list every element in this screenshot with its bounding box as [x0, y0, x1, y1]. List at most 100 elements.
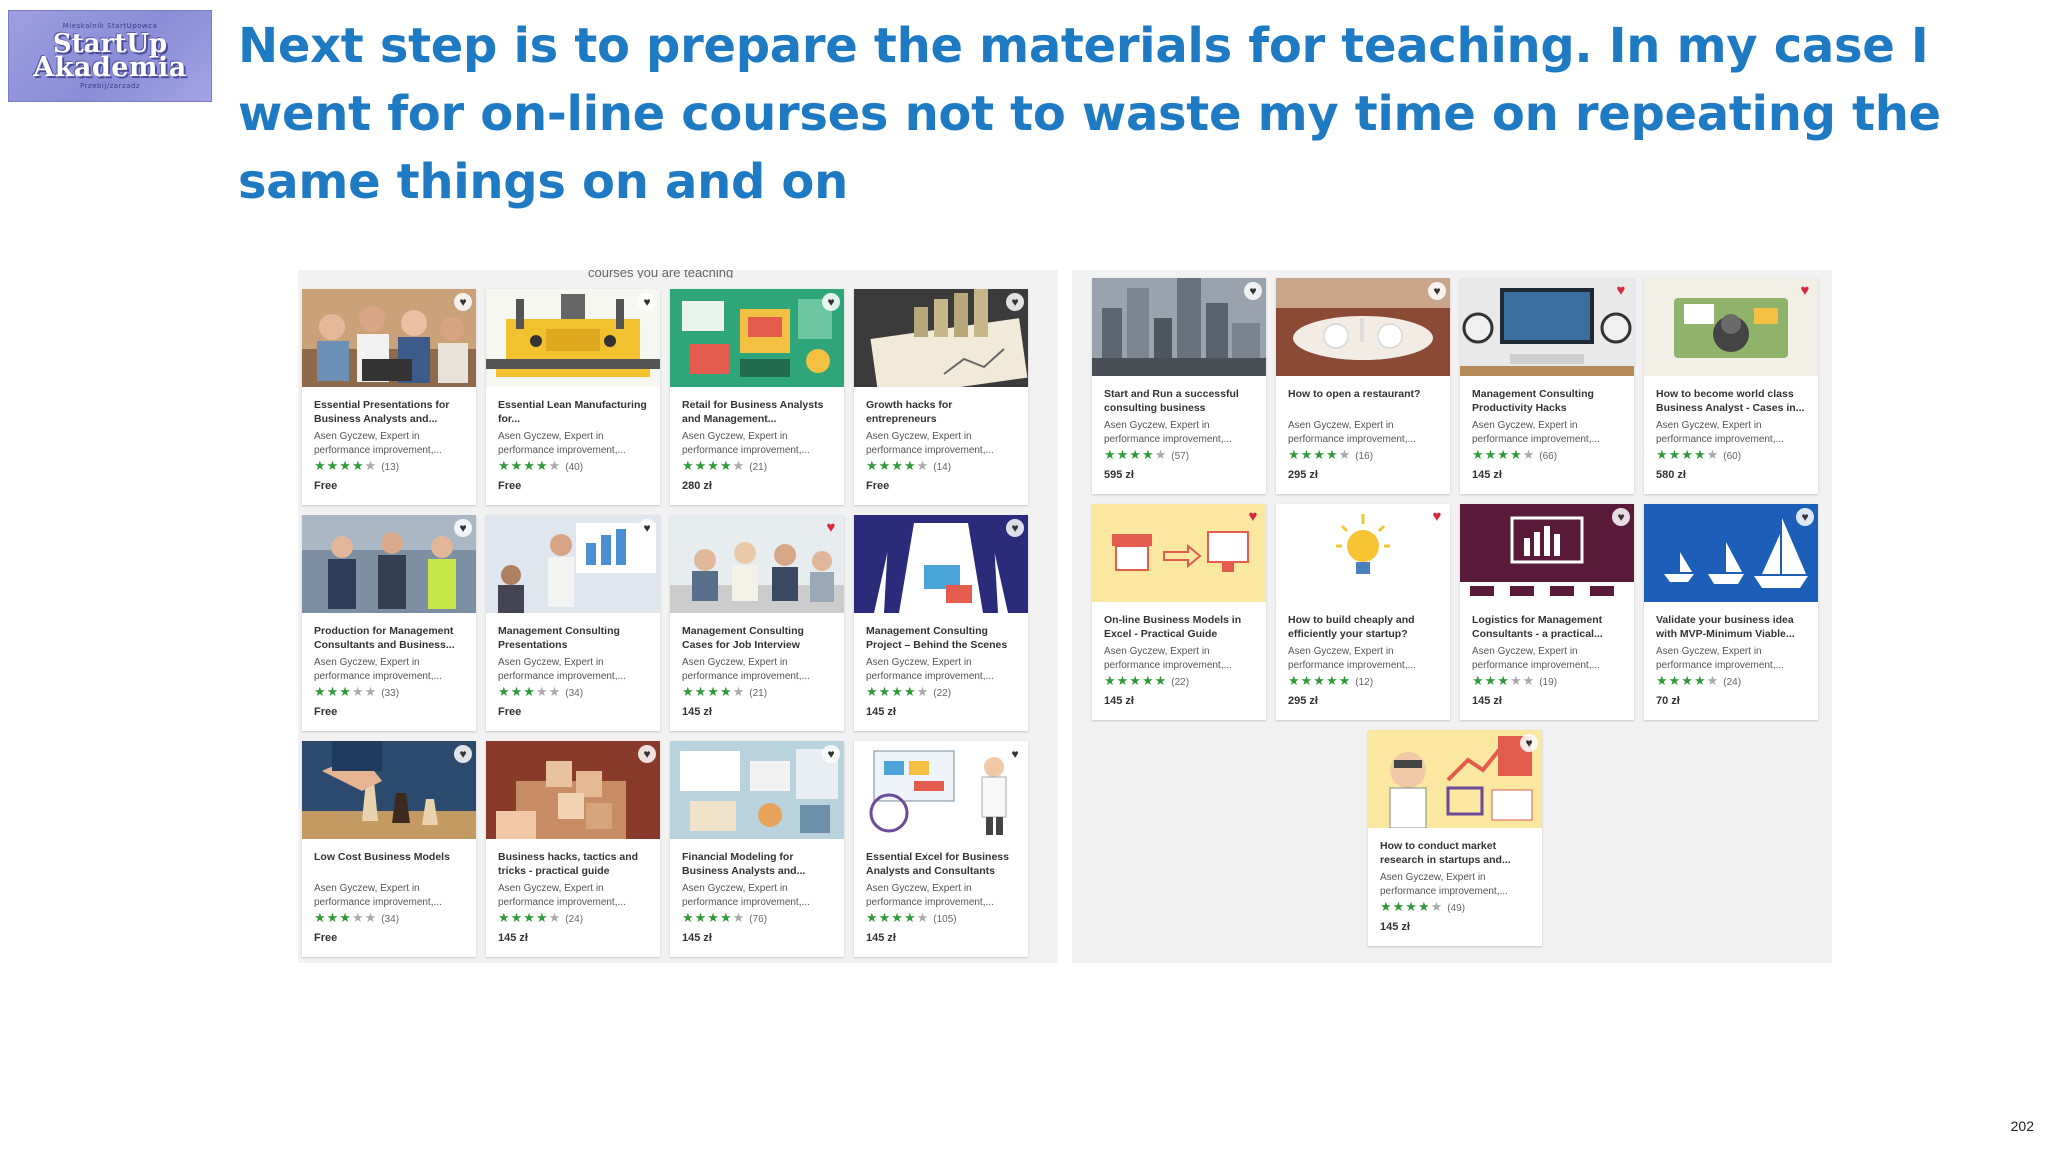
course-card[interactable]: ♥ Essential Lean Manufacturing for... Asen…: [486, 289, 660, 505]
course-thumbnail[interactable]: ♥: [486, 741, 660, 839]
wishlist-heart-icon[interactable]: ♥: [1006, 519, 1024, 537]
course-card[interactable]: ♥ Production for Management Consultants a…: [302, 515, 476, 731]
course-title[interactable]: On-line Business Models in Excel - Pract…: [1104, 613, 1254, 641]
course-card[interactable]: ♥ How to build cheaply and efficiently yo…: [1276, 504, 1450, 720]
course-thumbnail[interactable]: ♥: [1276, 278, 1450, 376]
course-author: Asen Gyczew, Expert in: [1288, 646, 1394, 657]
course-thumbnail[interactable]: ♥: [1092, 504, 1266, 602]
course-card[interactable]: ♥ Essential Presentations for Business An…: [302, 289, 476, 505]
course-title[interactable]: Low Cost Business Models: [314, 850, 464, 878]
course-thumbnail[interactable]: ♥: [670, 289, 844, 387]
wishlist-heart-icon[interactable]: ♥: [1428, 508, 1446, 526]
course-grid-right: ♥ Start and Run a successful consulting b…: [1092, 278, 1818, 946]
course-title[interactable]: Essential Presentations for Business Ana…: [314, 398, 464, 426]
wishlist-heart-icon[interactable]: ♥: [1244, 508, 1262, 526]
course-card[interactable]: ♥ Essential Excel for Business Analysts a…: [854, 741, 1028, 957]
course-title[interactable]: Start and Run a successful consulting bu…: [1104, 387, 1254, 415]
course-card[interactable]: ♥ Start and Run a successful consulting b…: [1092, 278, 1266, 494]
course-card[interactable]: ♥ Business hacks, tactics and tricks - pr…: [486, 741, 660, 957]
wishlist-heart-icon[interactable]: ♥: [1006, 293, 1024, 311]
wishlist-heart-icon[interactable]: ♥: [1796, 508, 1814, 526]
course-title[interactable]: How to conduct market research in startu…: [1380, 839, 1530, 867]
course-card[interactable]: ♥ Management Consulting Cases for Job Int…: [670, 515, 844, 731]
course-title[interactable]: Management Consulting Cases for Job Inte…: [682, 624, 832, 652]
course-card[interactable]: ♥ Financial Modeling for Business Analyst…: [670, 741, 844, 957]
wishlist-heart-icon[interactable]: ♥: [454, 745, 472, 763]
page-number: 202: [2010, 1118, 2034, 1134]
rating-count: (33): [381, 688, 400, 699]
wishlist-heart-icon[interactable]: ♥: [638, 293, 656, 311]
course-author: Asen Gyczew, Expert in: [498, 431, 604, 442]
course-author-subtitle: performance improvement,...: [314, 897, 442, 908]
course-card[interactable]: ♥ On-line Business Models in Excel - Prac…: [1092, 504, 1266, 720]
wishlist-heart-icon[interactable]: ♥: [638, 519, 656, 537]
course-title[interactable]: Retail for Business Analysts and Managem…: [682, 398, 832, 426]
wishlist-heart-icon[interactable]: ♥: [638, 745, 656, 763]
course-thumbnail[interactable]: ♥: [1092, 278, 1266, 376]
course-thumbnail[interactable]: ♥: [670, 515, 844, 613]
course-card[interactable]: ♥ Management Consulting Productivity Hack…: [1460, 278, 1634, 494]
rating-count: (34): [565, 688, 584, 699]
course-card[interactable]: ♥ Management Consulting Presentations Asen…: [486, 515, 660, 731]
course-author-subtitle: performance improvement,...: [1472, 660, 1600, 671]
course-title[interactable]: Essential Lean Manufacturing for...: [498, 398, 648, 426]
course-thumbnail[interactable]: ♥: [1460, 278, 1634, 376]
course-thumbnail[interactable]: ♥: [1644, 278, 1818, 376]
course-title[interactable]: Essential Excel for Business Analysts an…: [866, 850, 1016, 878]
wishlist-heart-icon[interactable]: ♥: [1428, 282, 1446, 300]
wishlist-heart-icon[interactable]: ♥: [1006, 745, 1024, 763]
course-thumbnail[interactable]: ♥: [302, 515, 476, 613]
course-card[interactable]: ♥ Validate your business idea with MVP-Mi…: [1644, 504, 1818, 720]
course-thumbnail[interactable]: ♥: [302, 741, 476, 839]
course-title[interactable]: Production for Management Consultants an…: [314, 624, 464, 652]
course-title[interactable]: How to become world class Business Analy…: [1656, 387, 1806, 415]
wishlist-heart-icon[interactable]: ♥: [1520, 734, 1538, 752]
course-thumbnail[interactable]: ♥: [1460, 504, 1634, 602]
course-title[interactable]: Business hacks, tactics and tricks - pra…: [498, 850, 648, 878]
course-price: 145 zł: [1472, 695, 1502, 707]
wishlist-heart-icon[interactable]: ♥: [1796, 282, 1814, 300]
wishlist-heart-icon[interactable]: ♥: [454, 519, 472, 537]
course-author-subtitle: performance improvement,...: [1104, 434, 1232, 445]
course-title[interactable]: Growth hacks for entrepreneurs: [866, 398, 1016, 426]
course-card[interactable]: ♥ How to open a restaurant? Asen Gyczew, E…: [1276, 278, 1450, 494]
course-rating: ★★★★★ (21): [682, 458, 832, 474]
course-card[interactable]: ♥ Management Consulting Project – Behind …: [854, 515, 1028, 731]
course-title[interactable]: How to build cheaply and efficiently you…: [1288, 613, 1438, 641]
course-price: 580 zł: [1656, 469, 1686, 481]
course-thumbnail[interactable]: ♥: [486, 515, 660, 613]
course-thumbnail[interactable]: ♥: [670, 741, 844, 839]
course-thumbnail[interactable]: ♥: [302, 289, 476, 387]
course-thumbnail[interactable]: ♥: [1368, 730, 1542, 828]
course-thumbnail[interactable]: ♥: [854, 515, 1028, 613]
course-thumbnail-image: [486, 741, 660, 839]
wishlist-heart-icon[interactable]: ♥: [1244, 282, 1262, 300]
wishlist-heart-icon[interactable]: ♥: [1612, 508, 1630, 526]
course-card[interactable]: ♥ How to become world class Business Anal…: [1644, 278, 1818, 494]
wishlist-heart-icon[interactable]: ♥: [1612, 282, 1630, 300]
course-thumbnail[interactable]: ♥: [1644, 504, 1818, 602]
course-title[interactable]: Logistics for Management Consultants - a…: [1472, 613, 1622, 641]
course-thumbnail[interactable]: ♥: [854, 741, 1028, 839]
wishlist-heart-icon[interactable]: ♥: [822, 293, 840, 311]
course-title[interactable]: Financial Modeling for Business Analysts…: [682, 850, 832, 878]
course-thumbnail[interactable]: ♥: [486, 289, 660, 387]
course-card[interactable]: ♥ Growth hacks for entrepreneurs Asen Gycz…: [854, 289, 1028, 505]
wishlist-heart-icon[interactable]: ♥: [822, 519, 840, 537]
course-title[interactable]: Validate your business idea with MVP-Min…: [1656, 613, 1806, 641]
course-title[interactable]: Management Consulting Project – Behind t…: [866, 624, 1016, 652]
course-rating: ★★★★★ (105): [866, 910, 1016, 926]
course-card[interactable]: ♥ Low Cost Business Models Asen Gyczew, Ex…: [302, 741, 476, 957]
course-card[interactable]: ♥ Logistics for Management Consultants - …: [1460, 504, 1634, 720]
course-thumbnail[interactable]: ♥: [854, 289, 1028, 387]
course-title[interactable]: How to open a restaurant?: [1288, 387, 1438, 415]
course-card[interactable]: ♥ How to conduct market research in start…: [1368, 730, 1542, 946]
course-thumbnail[interactable]: ♥: [1276, 504, 1450, 602]
wishlist-heart-icon[interactable]: ♥: [822, 745, 840, 763]
wishlist-heart-icon[interactable]: ♥: [454, 293, 472, 311]
course-card-body: How to conduct market research in startu…: [1368, 828, 1542, 933]
course-title[interactable]: Management Consulting Presentations: [498, 624, 648, 652]
course-title[interactable]: Management Consulting Productivity Hacks: [1472, 387, 1622, 415]
star-empty-icon: ★: [732, 458, 746, 473]
course-card[interactable]: ♥ Retail for Business Analysts and Manage…: [670, 289, 844, 505]
